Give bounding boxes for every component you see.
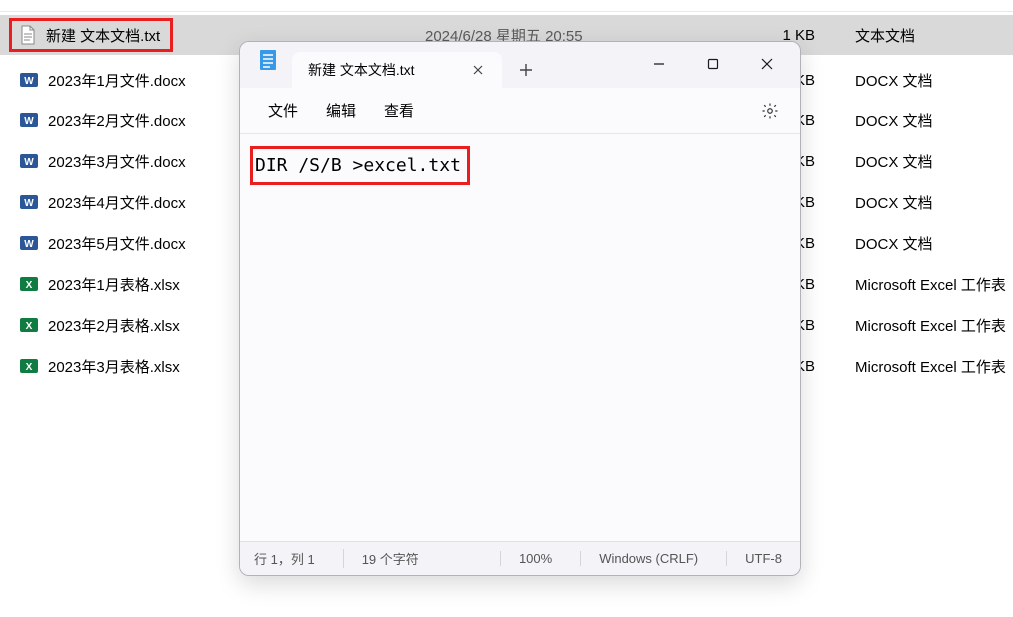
window-controls bbox=[632, 46, 794, 82]
docx-file-icon: W bbox=[20, 111, 38, 129]
minimize-button[interactable] bbox=[632, 46, 686, 82]
settings-button[interactable] bbox=[754, 95, 786, 127]
status-line-ending: Windows (CRLF) bbox=[580, 551, 726, 566]
close-button[interactable] bbox=[740, 46, 794, 82]
new-tab-button[interactable] bbox=[508, 52, 544, 88]
file-type: 文本文档 bbox=[855, 25, 915, 46]
txt-file-icon bbox=[20, 25, 36, 45]
svg-text:W: W bbox=[24, 198, 34, 209]
svg-text:W: W bbox=[24, 157, 34, 168]
status-position: 行 1，列 1 bbox=[254, 549, 343, 568]
status-zoom[interactable]: 100% bbox=[500, 551, 580, 566]
status-encoding: UTF-8 bbox=[726, 551, 786, 566]
notepad-editor-area[interactable]: DIR /S/B >excel.txt bbox=[240, 134, 800, 541]
file-type: Microsoft Excel 工作表 bbox=[855, 315, 1006, 336]
notepad-statusbar: 行 1，列 1 19 个字符 100% Windows (CRLF) UTF-8 bbox=[240, 541, 800, 575]
svg-text:W: W bbox=[24, 239, 34, 250]
notepad-tab[interactable]: 新建 文本文档.txt bbox=[292, 52, 502, 88]
notepad-menubar: 文件 编辑 查看 bbox=[240, 88, 800, 134]
menu-view[interactable]: 查看 bbox=[370, 94, 428, 127]
svg-text:W: W bbox=[24, 116, 34, 127]
file-type: Microsoft Excel 工作表 bbox=[855, 356, 1006, 377]
notepad-window: 新建 文本文档.txt 文件 编辑 查看 DIR /S/B >excel.txt… bbox=[239, 41, 801, 576]
editor-content[interactable]: DIR /S/B >excel.txt bbox=[255, 155, 461, 176]
file-type: DOCX 文档 bbox=[855, 151, 933, 172]
docx-file-icon: W bbox=[20, 152, 38, 170]
notepad-tab-title: 新建 文本文档.txt bbox=[308, 60, 415, 80]
svg-text:X: X bbox=[26, 362, 33, 373]
status-char-count: 19 个字符 bbox=[343, 549, 447, 568]
file-type: DOCX 文档 bbox=[855, 110, 933, 131]
docx-file-icon: W bbox=[20, 234, 38, 252]
menu-edit[interactable]: 编辑 bbox=[312, 94, 370, 127]
maximize-button[interactable] bbox=[686, 46, 740, 82]
menu-file[interactable]: 文件 bbox=[254, 94, 312, 127]
notepad-app-icon bbox=[258, 48, 278, 72]
xlsx-file-icon: X bbox=[20, 316, 38, 334]
header-divider bbox=[0, 11, 1013, 12]
file-type: DOCX 文档 bbox=[855, 233, 933, 254]
file-type: DOCX 文档 bbox=[855, 192, 933, 213]
highlight-box: DIR /S/B >excel.txt bbox=[250, 146, 470, 185]
xlsx-file-icon: X bbox=[20, 275, 38, 293]
file-type: Microsoft Excel 工作表 bbox=[855, 274, 1006, 295]
highlight-box: 新建 文本文档.txt bbox=[9, 18, 173, 52]
tab-close-button[interactable] bbox=[466, 58, 490, 82]
svg-text:W: W bbox=[24, 76, 34, 87]
file-name: 新建 文本文档.txt bbox=[46, 25, 166, 46]
file-type: DOCX 文档 bbox=[855, 70, 933, 91]
docx-file-icon: W bbox=[20, 193, 38, 211]
svg-text:X: X bbox=[26, 280, 33, 291]
svg-text:X: X bbox=[26, 321, 33, 332]
xlsx-file-icon: X bbox=[20, 357, 38, 375]
docx-file-icon: W bbox=[20, 71, 38, 89]
